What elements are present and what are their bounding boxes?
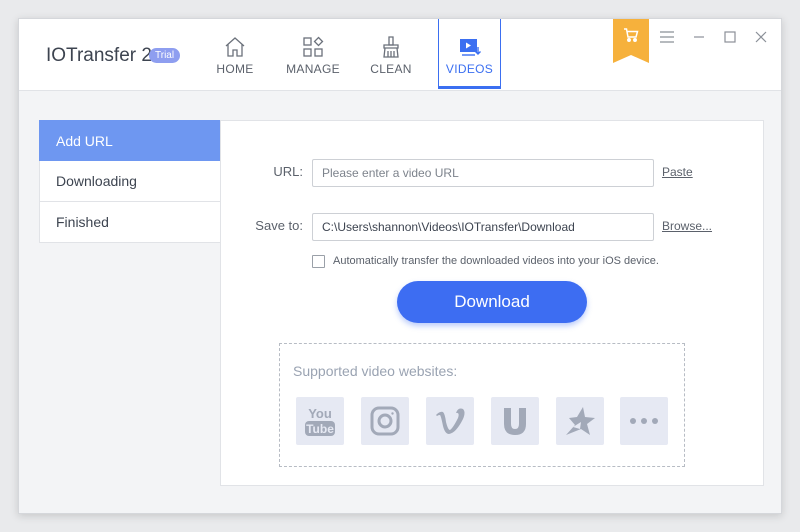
- tab-videos-label: VIDEOS: [445, 62, 494, 76]
- header-bar: IOTransfer 2 Trial HOME MANAGE CLEAN VID…: [19, 19, 781, 91]
- tab-manage-label: MANAGE: [286, 62, 340, 76]
- sidebar-item-downloading[interactable]: Downloading: [39, 161, 221, 202]
- auto-transfer-checkbox[interactable]: [312, 255, 325, 268]
- videos-icon: [459, 39, 481, 56]
- auto-transfer-label: Automatically transfer the downloaded vi…: [333, 255, 659, 267]
- cart-button[interactable]: [613, 19, 649, 63]
- youtube-icon[interactable]: You Tube: [296, 397, 344, 445]
- supported-sites-box: Supported video websites: You Tube: [279, 343, 685, 467]
- vimeo-icon[interactable]: [426, 397, 474, 445]
- trial-badge[interactable]: Trial: [149, 48, 181, 63]
- save-to-label: Save to:: [255, 218, 303, 233]
- app-window: IOTransfer 2 Trial HOME MANAGE CLEAN VID…: [18, 18, 782, 514]
- menu-icon[interactable]: [657, 27, 677, 47]
- tab-home-label: HOME: [216, 62, 254, 76]
- browse-link[interactable]: Browse...: [662, 219, 712, 233]
- tab-videos[interactable]: VIDEOS: [438, 19, 501, 89]
- close-icon[interactable]: [751, 27, 771, 47]
- url-label: URL:: [273, 164, 303, 179]
- tab-clean[interactable]: CLEAN: [369, 19, 413, 89]
- minimize-icon[interactable]: [689, 27, 709, 47]
- svg-text:You: You: [308, 406, 332, 421]
- content-panel: URL: Paste Save to: Browse... Automatica…: [220, 120, 764, 486]
- home-icon: [225, 37, 245, 57]
- url-input[interactable]: [312, 159, 654, 187]
- tab-home[interactable]: HOME: [215, 19, 255, 89]
- clean-icon: [383, 36, 399, 58]
- supported-sites-title: Supported video websites:: [293, 363, 458, 379]
- maximize-icon[interactable]: [720, 27, 740, 47]
- sidebar-item-finished[interactable]: Finished: [39, 202, 221, 243]
- instagram-icon[interactable]: [361, 397, 409, 445]
- svg-text:Tube: Tube: [306, 422, 334, 436]
- paste-link[interactable]: Paste: [662, 165, 693, 179]
- ustream-icon[interactable]: [491, 397, 539, 445]
- download-button[interactable]: Download: [397, 281, 587, 323]
- manage-icon: [303, 36, 324, 57]
- tab-manage[interactable]: MANAGE: [285, 19, 341, 89]
- dailymotion-icon[interactable]: [556, 397, 604, 445]
- tab-clean-label: CLEAN: [370, 62, 412, 76]
- more-icon[interactable]: [620, 397, 668, 445]
- cart-icon: [624, 28, 639, 42]
- sidebar: Add URL Downloading Finished: [39, 120, 221, 243]
- save-path-input[interactable]: [312, 213, 654, 241]
- sidebar-item-add-url[interactable]: Add URL: [39, 120, 221, 161]
- app-title: IOTransfer 2: [46, 45, 152, 66]
